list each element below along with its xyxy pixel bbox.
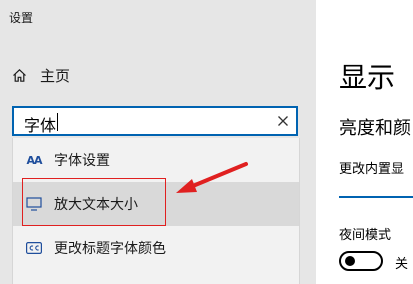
night-mode-state: 关 xyxy=(395,257,409,272)
font-aa-icon: AA xyxy=(26,153,42,167)
suggestion-label: 字体设置 xyxy=(54,153,110,169)
suggestion-font-settings[interactable]: AA 字体设置 xyxy=(13,138,299,182)
page-title: 显示 xyxy=(339,61,396,94)
window-title: 设置 xyxy=(9,11,34,25)
search-input-text[interactable]: 字体 xyxy=(24,112,56,136)
annotation-highlight-box xyxy=(22,178,166,226)
clear-search-icon[interactable] xyxy=(277,115,289,127)
night-mode-toggle[interactable] xyxy=(339,251,383,271)
brightness-slider[interactable] xyxy=(339,196,413,198)
settings-sidebar: 设置 主页 字体 AA 字体设置 放大文本大小 更改标题字体颜色 xyxy=(0,0,316,284)
home-icon xyxy=(13,68,26,82)
cc-caption-icon xyxy=(24,242,44,254)
home-nav-item[interactable]: 主页 xyxy=(12,64,70,86)
night-mode-label: 夜间模式 xyxy=(339,228,392,243)
home-label: 主页 xyxy=(40,66,71,85)
suggestion-caption-color[interactable]: 更改标题字体颜色 xyxy=(13,226,299,270)
suggestion-label: 更改标题字体颜色 xyxy=(54,241,166,257)
text-caret xyxy=(57,113,58,131)
toggle-knob xyxy=(345,256,355,266)
annotation-arrow xyxy=(176,162,248,193)
search-input[interactable]: 字体 xyxy=(12,106,298,136)
brightness-description: 更改内置显 xyxy=(339,162,405,177)
section-heading: 亮度和颜 xyxy=(339,118,411,139)
